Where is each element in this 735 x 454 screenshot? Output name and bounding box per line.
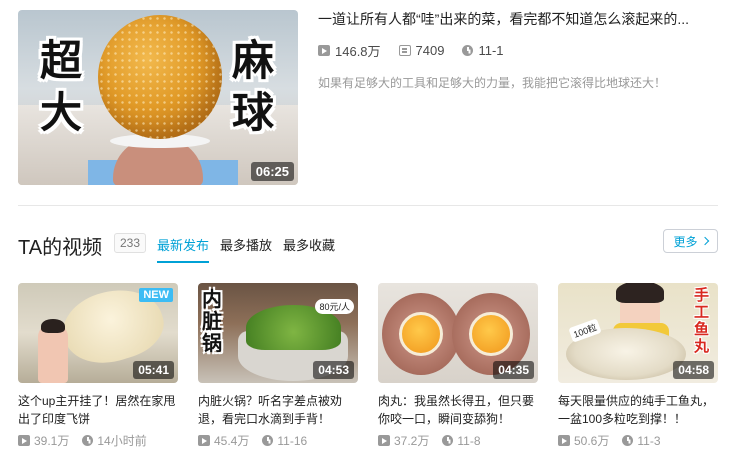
video-meta: 50.6万 11-3 [558, 432, 718, 449]
publish-date-value: 11-1 [478, 43, 504, 58]
tab-latest[interactable]: 最新发布 [157, 235, 210, 263]
duration-badge: 04:53 [313, 361, 354, 379]
view-count: 45.4万 [198, 432, 249, 449]
view-count-value: 37.2万 [394, 434, 430, 448]
publish-time-value: 14小时前 [97, 434, 147, 448]
video-card[interactable]: 内脏锅 80元/人 04:53 内脏火锅？听名字差点被劝退，看完口水滴到手背！ … [198, 283, 358, 449]
view-count-value: 50.6万 [574, 434, 610, 448]
featured-title[interactable]: 一道让所有人都“哇”出来的菜，看完都不知道怎么滚起来的... [318, 10, 710, 28]
danmaku-count-value: 7409 [415, 43, 445, 58]
play-count-icon [378, 435, 390, 446]
video-thumbnail[interactable]: 100粒 手工鱼丸 04:58 [558, 283, 718, 383]
clock-icon [442, 435, 454, 446]
clock-icon [462, 45, 474, 56]
video-card[interactable]: NEW 05:41 这个up主开挂了！居然在家甩出了印度飞饼 39.1万 14小… [18, 283, 178, 449]
view-count-value: 45.4万 [214, 434, 250, 448]
video-grid: NEW 05:41 这个up主开挂了！居然在家甩出了印度飞饼 39.1万 14小… [18, 283, 718, 454]
publish-time: 11-8 [442, 432, 481, 449]
danmaku-count: 7409 [398, 41, 445, 60]
thumbnail-person [38, 319, 68, 383]
video-card[interactable]: 100粒 手工鱼丸 04:58 每天限量供应的纯手工鱼丸，一盆100多粒吃到撑！… [558, 283, 718, 449]
duration-badge: 06:25 [250, 162, 294, 181]
featured-thumbnail[interactable]: 超 大 麻 球 06:25 [18, 10, 298, 185]
overlay-char: 大 [40, 89, 83, 136]
video-title[interactable]: 肉丸：我虽然长得丑，但只要你咬一口，瞬间变舔狗！ [378, 392, 538, 428]
play-count-icon [18, 435, 30, 446]
thumbnail-price-tag: 80元/人 [315, 299, 354, 314]
tab-most-favorited[interactable]: 最多收藏 [283, 235, 335, 254]
play-count-icon [558, 435, 570, 446]
chevron-right-icon [700, 236, 709, 246]
publish-time: 14小时前 [82, 432, 147, 449]
view-count: 50.6万 [558, 432, 609, 449]
publish-time: 11-3 [622, 432, 661, 449]
view-count: 39.1万 [18, 432, 69, 449]
video-card[interactable]: 04:35 肉丸：我虽然长得丑，但只要你咬一口，瞬间变舔狗！ 37.2万 11-… [378, 283, 538, 449]
thumbnail-meatball-half [382, 293, 460, 375]
publish-time-value: 11-3 [637, 433, 661, 448]
duration-badge: 04:58 [673, 361, 714, 379]
clock-icon [262, 435, 274, 446]
section-divider [18, 205, 718, 206]
view-count-value: 39.1万 [34, 434, 70, 448]
video-meta: 45.4万 11-16 [198, 432, 358, 449]
publish-time-value: 11-8 [457, 433, 481, 448]
more-button-label: 更多 [673, 234, 698, 249]
publish-date: 11-1 [462, 41, 504, 60]
video-title[interactable]: 每天限量供应的纯手工鱼丸，一盆100多粒吃到撑！！ [558, 392, 718, 428]
overlay-char: 球 [232, 89, 275, 136]
view-count: 37.2万 [378, 432, 429, 449]
more-button[interactable]: 更多 [663, 229, 718, 253]
danmaku-icon [398, 45, 411, 56]
featured-meta: 146.8万 7409 11-1 [318, 41, 718, 60]
section-title: TA的视频 [18, 237, 103, 259]
clock-icon [622, 435, 634, 446]
thumbnail-yolk [399, 312, 443, 356]
publish-time-value: 11-16 [277, 433, 308, 448]
publish-time: 11-16 [262, 432, 307, 449]
featured-info: 一道让所有人都“哇”出来的菜，看完都不知道怎么滚起来的... 146.8万 74… [318, 10, 718, 91]
thumbnail-overlay-text: 手工鱼丸 [694, 287, 710, 355]
video-thumbnail[interactable]: 04:35 [378, 283, 538, 383]
new-badge: NEW [139, 288, 173, 302]
duration-badge: 04:35 [493, 361, 534, 379]
video-title[interactable]: 内脏火锅？听名字差点被劝退，看完口水滴到手背！ [198, 392, 358, 428]
video-meta: 39.1万 14小时前 [18, 432, 178, 449]
video-count-badge: 233 [114, 233, 147, 253]
thumbnail-sesame-ball [98, 15, 222, 139]
play-count-icon [198, 435, 210, 446]
video-meta: 37.2万 11-8 [378, 432, 538, 449]
tab-most-played[interactable]: 最多播放 [220, 235, 272, 254]
featured-description: 如果有足够大的工具和足够大的力量，我能把它滚得比地球还大！ [318, 76, 667, 90]
video-thumbnail[interactable]: 内脏锅 80元/人 04:53 [198, 283, 358, 383]
video-section-header: TA的视频 233 最新发布 最多播放 最多收藏 更多 [18, 229, 718, 263]
view-count-value: 146.8万 [335, 44, 381, 59]
view-count: 146.8万 [318, 41, 381, 60]
overlay-char: 超 [40, 37, 83, 84]
featured-video[interactable]: 超 大 麻 球 06:25 一道让所有人都“哇”出来的菜，看完都不知道怎么滚起来… [18, 10, 718, 186]
clock-icon [82, 435, 94, 446]
video-title[interactable]: 这个up主开挂了！居然在家甩出了印度飞饼 [18, 392, 178, 428]
overlay-char: 麻 [232, 37, 275, 84]
duration-badge: 05:41 [133, 361, 174, 379]
play-count-icon [318, 45, 330, 56]
video-thumbnail[interactable]: NEW 05:41 [18, 283, 178, 383]
thumbnail-overlay-text: 内脏锅 [202, 289, 222, 355]
thumbnail-yolk [469, 312, 513, 356]
